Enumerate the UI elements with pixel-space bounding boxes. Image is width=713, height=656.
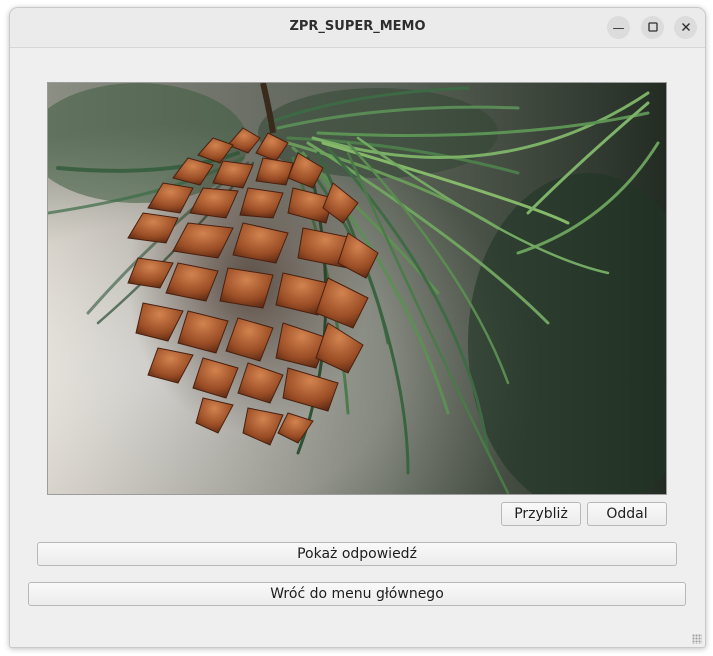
- maximize-button[interactable]: [641, 16, 664, 39]
- zoom-out-button[interactable]: Oddal: [587, 502, 667, 526]
- show-answer-button[interactable]: Pokaż odpowiedź: [37, 542, 677, 566]
- minimize-button[interactable]: —: [607, 16, 630, 39]
- title-bar[interactable]: ZPR_SUPER_MEMO —: [10, 8, 705, 48]
- back-to-main-menu-button[interactable]: Wróć do menu głównego: [28, 582, 686, 606]
- app-window: ZPR_SUPER_MEMO — Przybliż Oddal Pokaż od…: [9, 7, 706, 648]
- close-button[interactable]: [674, 16, 697, 39]
- zoom-in-button[interactable]: Przybliż: [501, 502, 581, 526]
- maximize-icon: [647, 21, 658, 34]
- window-title: ZPR_SUPER_MEMO: [289, 19, 426, 34]
- pine-cone-photo: [48, 83, 666, 494]
- flashcard-image: [47, 82, 667, 495]
- minimize-icon: —: [612, 20, 625, 35]
- close-icon: [681, 22, 691, 34]
- resize-grip[interactable]: [692, 634, 702, 644]
